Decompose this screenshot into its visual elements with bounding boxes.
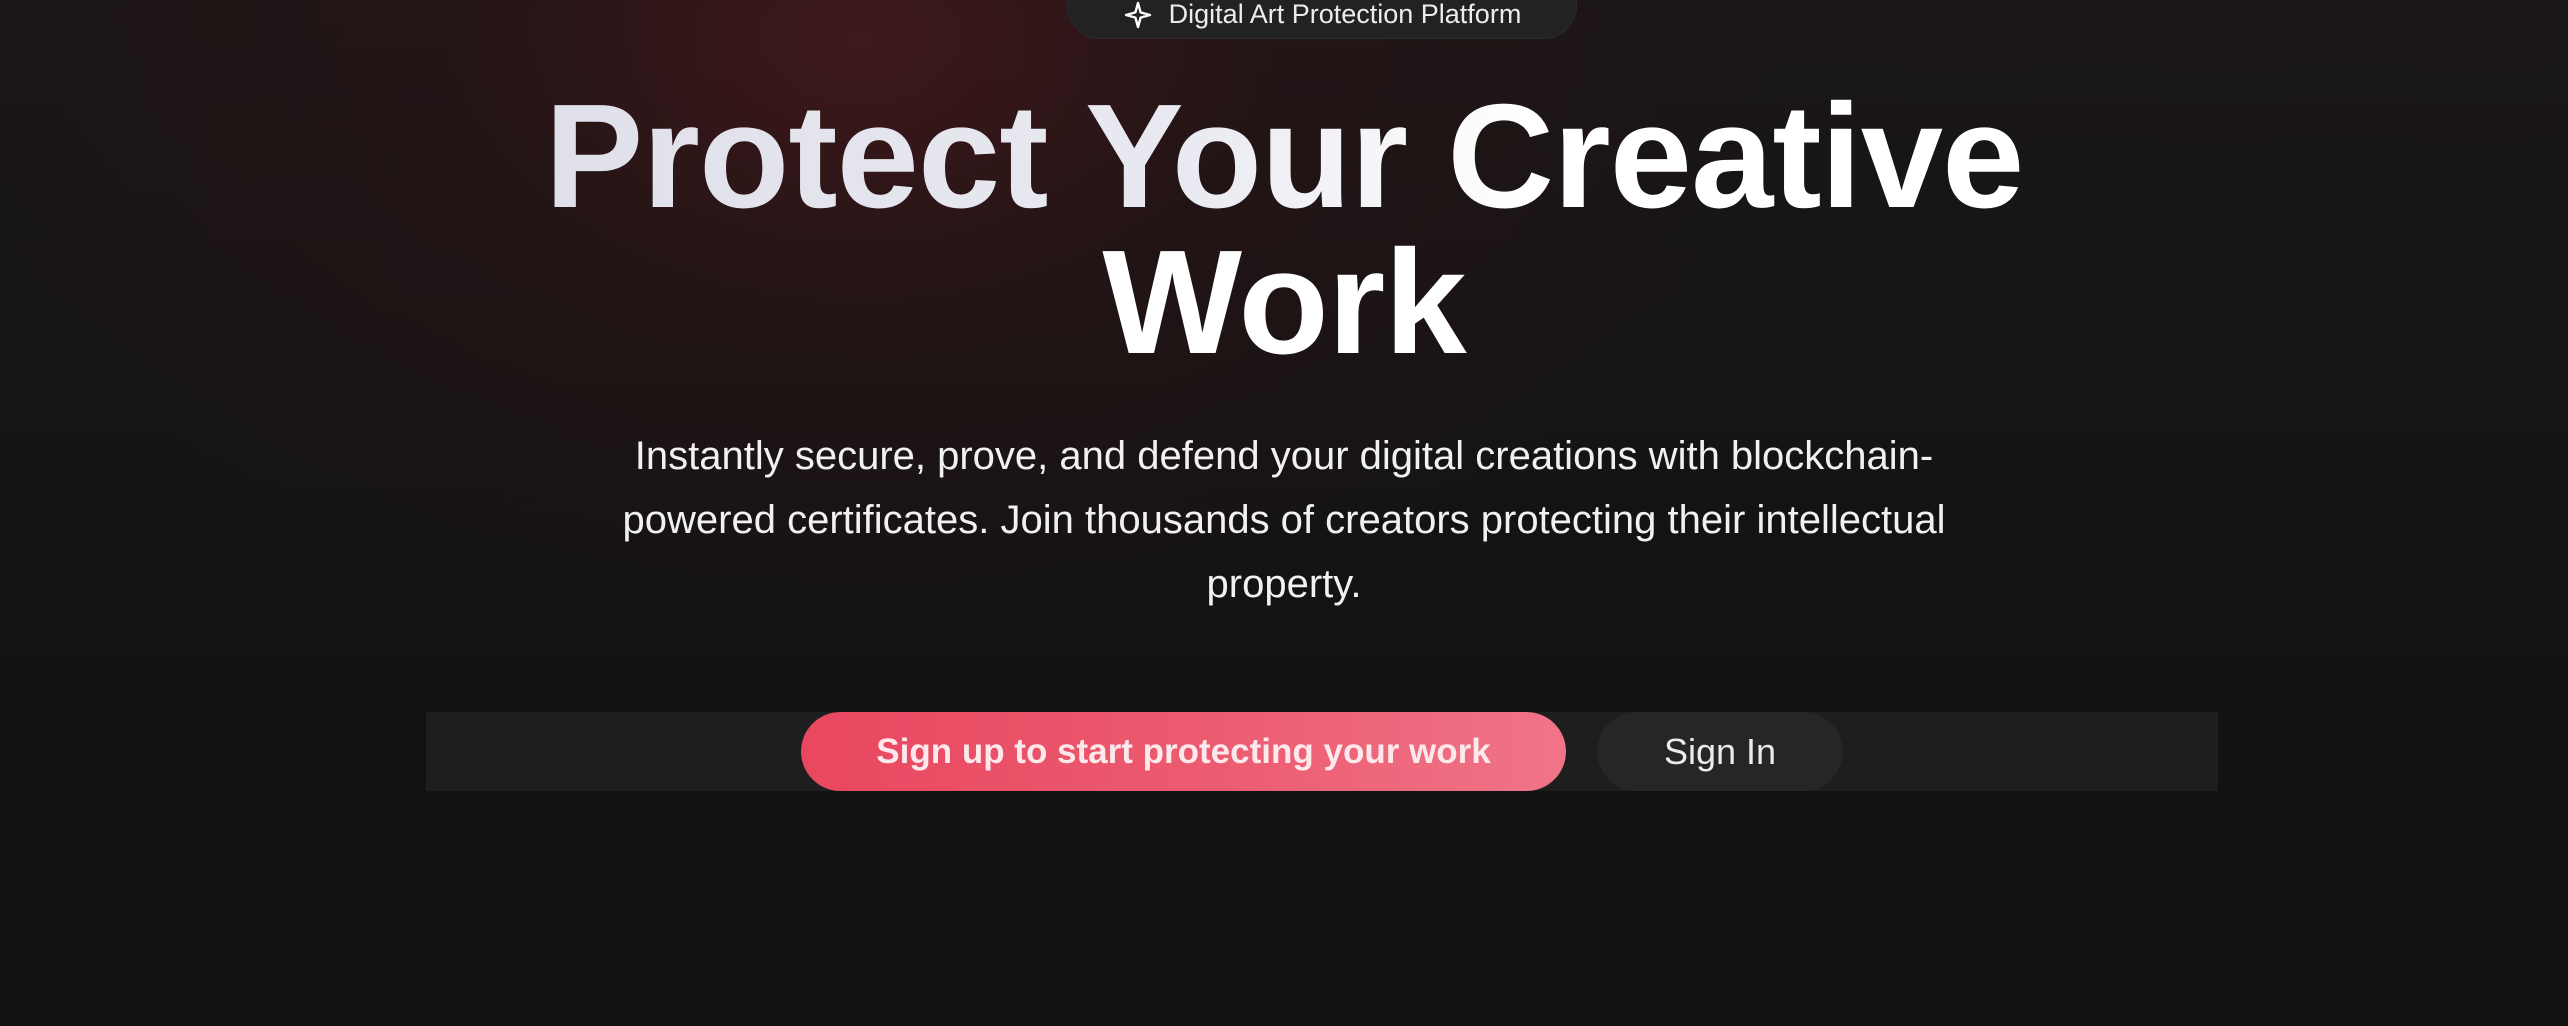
platform-badge: Digital Art Protection Platform <box>1067 0 1577 39</box>
sign-in-button[interactable]: Sign In <box>1597 712 1843 791</box>
hero-title: Protect Your Creative Work <box>284 83 2284 385</box>
sparkle-icon <box>1123 0 1153 30</box>
hero-title-line-2: Work <box>1102 220 1466 385</box>
hero-title-line-1: Protect Your Creative <box>284 83 2284 231</box>
sign-up-button[interactable]: Sign up to start protecting your work <box>801 712 1566 791</box>
badge-label: Digital Art Protection Platform <box>1168 0 1522 29</box>
hero-subtitle: Instantly secure, prove, and defend your… <box>622 434 1946 606</box>
